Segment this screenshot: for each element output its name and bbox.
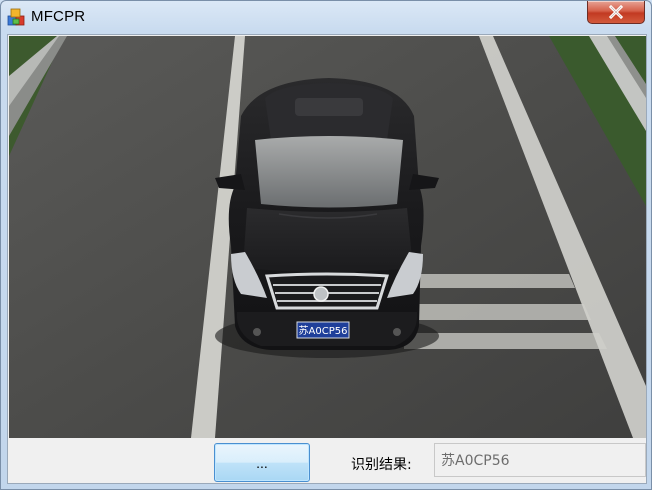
close-icon [608,5,624,19]
control-bar: ... 识别结果: 苏A0CP56 [8,438,646,483]
open-image-button[interactable]: ... [214,443,310,482]
client-area: 苏A0CP56 ... 识别结果: 苏A0CP56 [7,34,647,484]
car-photo: 苏A0CP56 [9,36,646,438]
window-title: MFCPR [31,8,86,25]
image-view: 苏A0CP56 [9,36,646,438]
app-logo-icon [7,8,25,26]
close-button[interactable] [587,1,645,24]
result-label: 识别结果: [351,457,412,473]
app-window: MFCPR 苏A0CP56 ... 识别结果: 苏A0CP56 [0,0,652,490]
result-field[interactable]: 苏A0CP56 [434,443,646,477]
plate-text: 苏A0CP56 [299,324,348,337]
title-bar[interactable]: MFCPR [1,1,651,33]
